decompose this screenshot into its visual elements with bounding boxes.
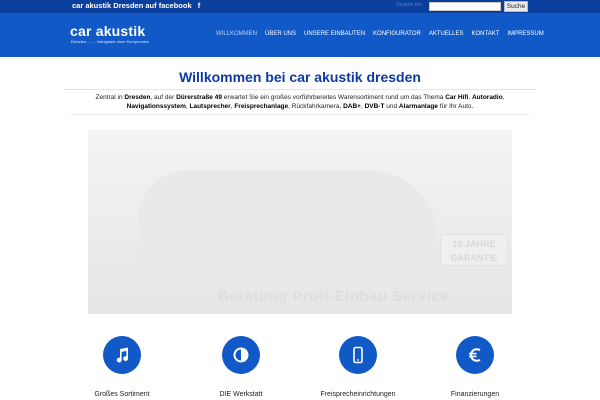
nav-item-ueber-uns[interactable]: ÜBER UNS (263, 30, 302, 38)
warranty-badge: 10 JAHRE GARANTIE (440, 234, 508, 266)
facebook-link[interactable]: car akustik Dresden auf facebook f (72, 1, 200, 10)
nav-item-konfigurator[interactable]: KONFIGURATOR (371, 30, 427, 38)
facebook-link-label: car akustik Dresden auf facebook (72, 1, 192, 10)
music-note-icon (103, 336, 141, 374)
feature-label: DIE Werkstatt (219, 391, 263, 398)
feature-label: Großes Sortiment (94, 391, 150, 398)
mobile-phone-icon (339, 336, 377, 374)
feature-label: Finanzierungen (450, 391, 500, 398)
hero-slogan: Beratung Profi-Einbau Service (218, 288, 450, 305)
nav-item-impressum[interactable]: IMPRESSUM (505, 30, 549, 38)
facebook-icon: f (197, 1, 201, 10)
intro-text: Zentral in Dresden, auf der Dürerstraße … (95, 94, 505, 110)
feature-sortiment[interactable]: Großes Sortiment (62, 336, 182, 398)
feature-freisprech[interactable]: Freisprecheinrichtungen (298, 336, 418, 398)
contrast-icon (222, 336, 260, 374)
feature-label: Freisprecheinrichtungen (320, 391, 396, 398)
logo-text: car akustik (70, 23, 146, 39)
search-label: Search for: (396, 2, 423, 8)
car-silhouette (138, 170, 438, 280)
search-button[interactable]: Suche (504, 1, 528, 12)
nav-item-kontakt[interactable]: KONTAKT (470, 30, 506, 38)
feature-finanzierung[interactable]: Finanzierungen (415, 336, 535, 398)
search-input[interactable] (429, 2, 501, 11)
page-title: Willkommen bei car akustik dresden (179, 69, 421, 85)
logo[interactable]: car akustik Dresden ........ klangstark … (70, 23, 154, 49)
top-bar: car akustik Dresden auf facebook f Searc… (0, 0, 600, 13)
nav-item-willkommen[interactable]: WILLKOMMEN (214, 30, 263, 38)
logo-tagline: Dresden ........ klangstark ohne Komprom… (71, 39, 149, 44)
main-nav: WILLKOMMEN ÜBER UNS UNSERE EINBAUTEN KON… (214, 30, 550, 38)
title-divider (64, 89, 536, 90)
header: car akustik Dresden ........ klangstark … (0, 13, 600, 57)
nav-item-aktuelles[interactable]: AKTUELLES (427, 30, 470, 38)
hero-image: 10 JAHRE GARANTIE Beratung Profi-Einbau … (88, 130, 512, 314)
nav-item-unsere-einbauten[interactable]: UNSERE EINBAUTEN (302, 30, 371, 38)
feature-werkstatt[interactable]: DIE Werkstatt (181, 336, 301, 398)
euro-icon (456, 336, 494, 374)
intro-divider (70, 114, 530, 115)
